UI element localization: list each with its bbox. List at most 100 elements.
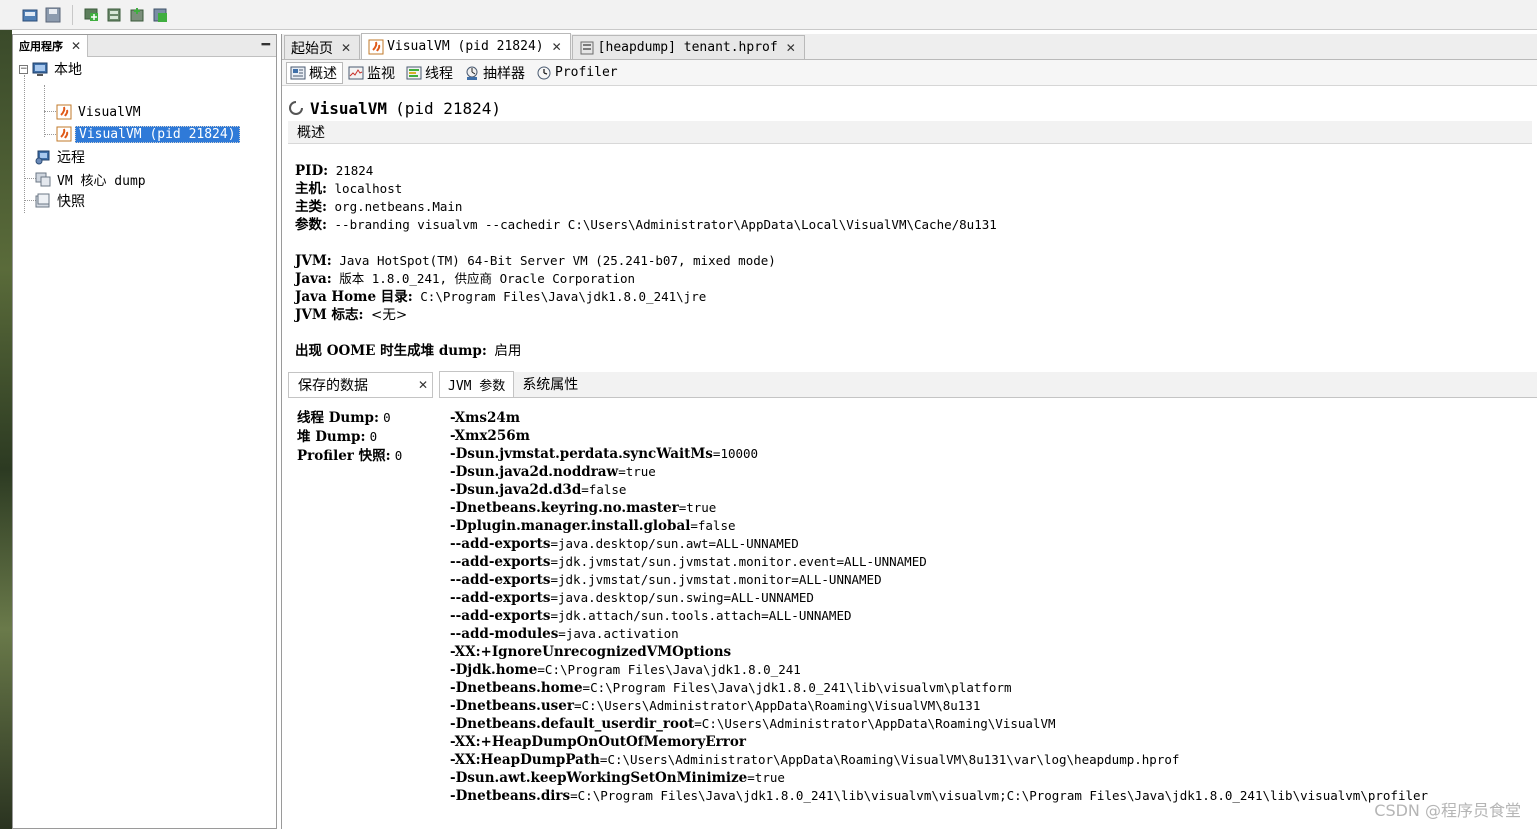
jvm-arg-value: =false — [581, 482, 627, 497]
info-label: JVM 标志: — [295, 307, 364, 323]
tree-label-visualvm-pid: VisualVM (pid 21824) — [75, 125, 240, 143]
info-host: 主机: localhost — [295, 180, 402, 198]
jvm-arg-key: -Dsun.java2d.noddraw — [450, 464, 619, 480]
overview-section-title: 概述 — [297, 125, 325, 141]
jvm-arg-value: =jdk.attach/sun.tools.attach=ALL-UNNAMED — [550, 608, 852, 623]
tab-threads[interactable]: 线程 — [402, 62, 459, 84]
info-label: 主机: — [295, 181, 327, 197]
jvm-arg-row: -Dsun.jvmstat.perdata.syncWaitMs=10000 — [450, 445, 1428, 463]
tab-jvm-args[interactable]: JVM 参数 — [439, 371, 515, 397]
jvm-arg-key: -Dsun.java2d.d3d — [450, 482, 582, 498]
tab-saved-data[interactable]: 保存的数据 ✕ — [288, 372, 433, 398]
collapse-icon[interactable]: − — [19, 64, 28, 74]
tab-monitor[interactable]: 监视 — [344, 62, 401, 84]
java-app-icon — [56, 126, 72, 142]
tree-node-local[interactable]: − 本地 — [19, 59, 85, 79]
tab-visualvm-pid[interactable]: VisualVM (pid 21824) ✕ — [361, 33, 571, 59]
jvm-arg-value: =java.desktop/sun.swing=ALL-UNNAMED — [550, 590, 814, 605]
tree-node-visualvm[interactable]: VisualVM — [56, 102, 144, 122]
info-jvm: JVM: Java HotSpot(TM) 64-Bit Server VM (… — [295, 252, 776, 270]
jvm-arg-row: -Xms24m — [450, 409, 1428, 427]
thread-dump-button[interactable] — [127, 5, 147, 25]
close-icon[interactable]: ✕ — [418, 378, 428, 392]
info-jvm-flags: JVM 标志: <无> — [295, 306, 407, 324]
applications-panel: 应用程序 ✕ ━ − 本地 VisualVM VisualVM (pid 218… — [12, 34, 277, 829]
open-file-button[interactable] — [20, 5, 40, 25]
main-toolbar — [0, 0, 1537, 30]
tree-label-snapshots: 快照 — [57, 194, 85, 210]
add-jmx-button[interactable] — [81, 5, 101, 25]
tab-start-page[interactable]: 起始页 ✕ — [284, 35, 361, 59]
threads-icon — [406, 66, 422, 79]
add-jmx-icon — [84, 8, 98, 21]
info-value: org.netbeans.Main — [334, 199, 463, 214]
minimize-icon[interactable]: ━ — [262, 37, 270, 53]
tab-system-properties-label: 系统属性 — [522, 377, 579, 393]
computer-icon — [32, 62, 48, 76]
tree-node-visualvm-pid[interactable]: VisualVM (pid 21824) — [56, 124, 240, 144]
jvm-arg-row: -Dnetbeans.user=C:\Users\Administrator\A… — [450, 697, 1428, 715]
sampler-icon — [466, 66, 478, 80]
info-java-home: Java Home 目录: C:\Program Files\Java\jdk1… — [295, 288, 706, 306]
tab-heapdump[interactable]: [heapdump] tenant.hprof ✕ — [571, 35, 805, 59]
info-main-class: 主类: org.netbeans.Main — [295, 198, 462, 216]
heap-dump-button[interactable] — [104, 5, 124, 25]
info-label: 参数: — [295, 217, 327, 233]
jvm-arg-row: -Dnetbeans.keyring.no.master=true — [450, 499, 1428, 517]
tab-threads-label: 线程 — [425, 65, 453, 82]
info-value: 21824 — [335, 163, 374, 178]
jvm-arg-row: -XX:+HeapDumpOnOutOfMemoryError — [450, 733, 1428, 751]
jvm-arg-row: -Dsun.awt.keepWorkingSetOnMinimize=true — [450, 769, 1428, 787]
jvm-arg-key: --add-modules — [450, 626, 559, 642]
tab-profiler-label: Profiler — [555, 65, 618, 80]
info-value: 版本 1.8.0_241, 供应商 Oracle Corporation — [339, 271, 636, 286]
jvm-arg-value: =C:\Users\Administrator\AppData\Roaming\… — [599, 752, 1180, 767]
jvm-arg-key: --add-exports — [450, 554, 551, 570]
page-title-name: VisualVM — [310, 98, 388, 118]
close-icon[interactable]: ✕ — [341, 41, 351, 55]
tree-node-remote[interactable]: 远程 — [35, 147, 88, 167]
snapshot-button[interactable] — [150, 5, 170, 25]
jvm-arg-key: -Dnetbeans.default_userdir_root — [450, 716, 695, 732]
jvm-arg-value: =jdk.jvmstat/sun.jvmstat.monitor=ALL-UNN… — [550, 572, 882, 587]
info-pid: PID: 21824 — [295, 162, 373, 180]
jvm-arg-key: -XX:+HeapDumpOnOutOfMemoryError — [450, 734, 747, 750]
info-value: C:\Program Files\Java\jdk1.8.0_241\jre — [420, 289, 707, 304]
close-icon[interactable]: ✕ — [786, 41, 796, 55]
tree-node-snapshots[interactable]: 快照 — [35, 191, 88, 211]
info-value: <无> — [371, 307, 408, 323]
jvm-arg-key: -XX:HeapDumpPath — [450, 752, 600, 768]
save-button[interactable] — [43, 5, 63, 25]
tab-system-properties[interactable]: 系统属性 — [514, 371, 586, 397]
jvm-arg-row: -Dnetbeans.default_userdir_root=C:\Users… — [450, 715, 1428, 733]
close-icon[interactable]: ✕ — [552, 40, 562, 54]
tab-jvm-args-label: JVM 参数 — [448, 379, 506, 394]
applications-tree: − 本地 VisualVM VisualVM (pid 21824) 远程 VM… — [13, 57, 276, 213]
thread-dump-icon — [130, 7, 144, 21]
tab-sampler[interactable]: 抽样器 — [460, 62, 531, 84]
saved-data-value: 0 — [369, 429, 378, 444]
jvm-arg-key: -Xms24m — [450, 410, 521, 426]
tree-label-visualvm: VisualVM — [78, 104, 141, 120]
jvm-arg-row: --add-exports=jdk.jvmstat/sun.jvmstat.mo… — [450, 553, 1428, 571]
watermark: CSDN @程序员食堂 — [1374, 801, 1521, 820]
jvm-arg-key: -Dnetbeans.user — [450, 698, 574, 714]
jvm-arg-key: -Djdk.home — [450, 662, 538, 678]
jvm-arg-key: --add-exports — [450, 608, 551, 624]
jvm-arg-key: -Dnetbeans.home — [450, 680, 583, 696]
jvm-arg-row: -Dnetbeans.home=C:\Program Files\Java\jd… — [450, 679, 1428, 697]
jvm-arg-key: --add-exports — [450, 590, 551, 606]
saved-data-label: Profiler 快照: — [297, 448, 391, 464]
profiler-icon — [537, 66, 551, 79]
tree-node-core-dump[interactable]: VM 核心 dump — [35, 169, 149, 189]
jvm-arg-value: =jdk.jvmstat/sun.jvmstat.monitor.event=A… — [550, 554, 927, 569]
info-value: --branding visualvm --cachedir C:\Users\… — [334, 217, 997, 232]
tab-profiler[interactable]: Profiler — [532, 62, 624, 84]
close-icon[interactable]: ✕ — [71, 39, 81, 53]
tab-overview[interactable]: 概述 — [286, 61, 343, 84]
applications-tab[interactable]: 应用程序 ✕ — [13, 34, 89, 57]
tree-label-local: 本地 — [54, 62, 82, 78]
jvm-arg-value: =C:\Program Files\Java\jdk1.8.0_241\lib\… — [582, 680, 1012, 695]
desktop-background — [0, 30, 12, 829]
loading-spinner-icon — [289, 101, 303, 115]
